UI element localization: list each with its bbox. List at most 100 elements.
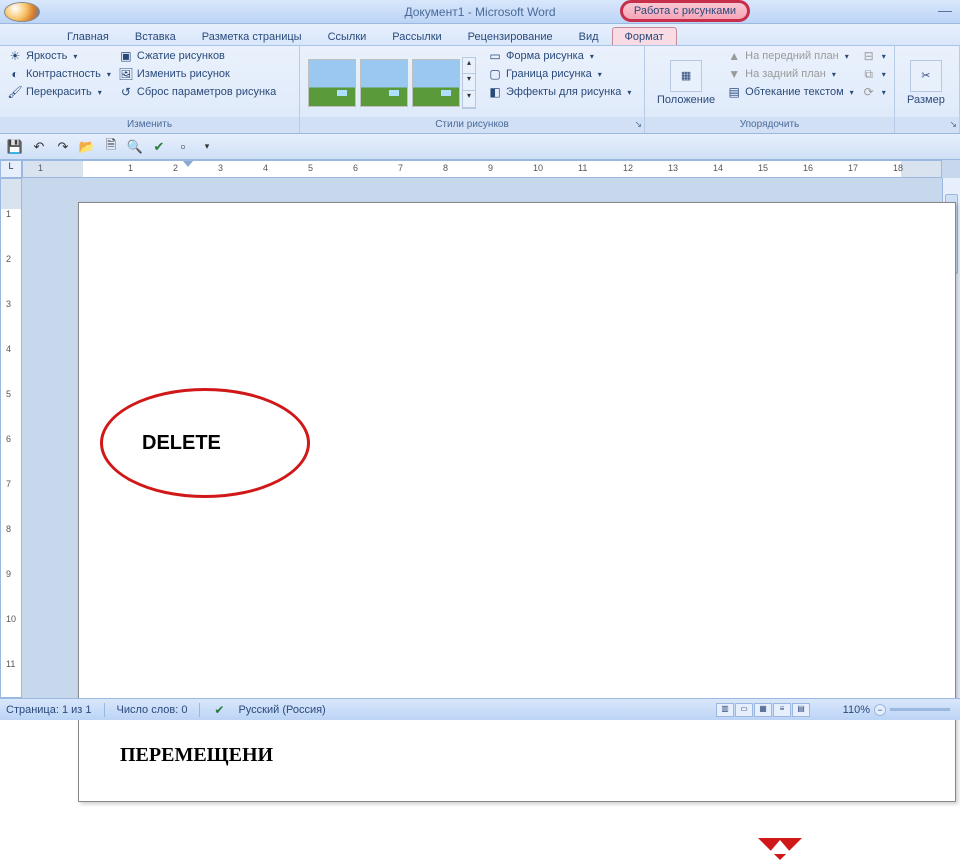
- send-back-label: На задний план: [745, 68, 826, 80]
- picture-effects-label: Эффекты для рисунка: [506, 86, 621, 98]
- tab-insert[interactable]: Вставка: [122, 27, 189, 45]
- recolor-icon: 🖌: [8, 85, 22, 99]
- position-button[interactable]: ▦ Положение: [651, 48, 721, 117]
- window-title: Документ1 - Microsoft Word: [404, 5, 555, 19]
- picture-border-button[interactable]: ▢Граница рисунка: [486, 66, 633, 82]
- change-picture-button[interactable]: 🖼 Изменить рисунок: [117, 66, 278, 82]
- crop-icon: ✂: [910, 60, 942, 92]
- zoom-slider[interactable]: [890, 708, 950, 711]
- view-draft[interactable]: ▤: [792, 703, 810, 717]
- reset-picture-button[interactable]: ↺ Сброс параметров рисунка: [117, 84, 278, 100]
- send-back-button[interactable]: ▼ На задний план: [725, 66, 856, 82]
- styles-gallery[interactable]: ▴▾▾: [306, 48, 476, 117]
- tab-format[interactable]: Формат: [612, 27, 677, 45]
- redo-button[interactable]: ↷: [54, 138, 72, 156]
- status-word-count[interactable]: Число слов: 0: [117, 704, 188, 716]
- bring-front-icon: ▲: [727, 49, 741, 63]
- send-back-icon: ▼: [727, 67, 741, 81]
- crop-button[interactable]: ✂ Размер: [901, 48, 951, 117]
- new-button[interactable]: 🗎: [102, 138, 120, 156]
- style-thumb-3[interactable]: [412, 59, 460, 107]
- align-icon: ⊟: [862, 49, 876, 63]
- recolor-label: Перекрасить: [26, 86, 92, 98]
- hruler-tick: 1: [128, 163, 133, 173]
- print-preview-button[interactable]: 🔍: [126, 138, 144, 156]
- office-button[interactable]: [4, 2, 40, 22]
- group-objects-button[interactable]: ⧉: [860, 66, 888, 82]
- text-wrap-icon: ▤: [727, 85, 741, 99]
- rotate-button[interactable]: ⟳: [860, 84, 888, 100]
- group-arrange-label: Упорядочить: [645, 117, 894, 133]
- view-web[interactable]: ▦: [754, 703, 772, 717]
- picture-effects-icon: ◧: [488, 85, 502, 99]
- bring-front-button[interactable]: ▲ На передний план: [725, 48, 856, 64]
- text-wrap-button[interactable]: ▤ Обтекание текстом: [725, 84, 856, 100]
- first-line-indent[interactable]: [183, 161, 193, 167]
- contrast-button[interactable]: ◐Контрастность: [6, 66, 113, 82]
- compress-label: Сжатие рисунков: [137, 50, 225, 62]
- picture-shape-button[interactable]: ▭Форма рисунка: [486, 48, 633, 64]
- reset-picture-label: Сброс параметров рисунка: [137, 86, 276, 98]
- titlebar: Документ1 - Microsoft Word Работа с рису…: [0, 0, 960, 24]
- horizontal-ruler[interactable]: 21123456789101112131415161718: [22, 160, 942, 178]
- vertical-ruler[interactable]: 1234567891011: [0, 178, 22, 698]
- status-language[interactable]: Русский (Россия): [238, 704, 325, 716]
- status-page[interactable]: Страница: 1 из 1: [6, 704, 92, 716]
- view-buttons: ▥ ▭ ▦ ≡ ▤: [716, 703, 810, 717]
- hruler-tick: 7: [398, 163, 403, 173]
- position-icon: ▦: [670, 60, 702, 92]
- picture-border-label: Граница рисунка: [506, 68, 592, 80]
- picture-effects-button[interactable]: ◧ Эффекты для рисунка: [486, 84, 633, 100]
- contextual-tab-title: Работа с рисунками: [620, 0, 750, 22]
- vruler-tick: 1: [6, 209, 11, 219]
- view-outline[interactable]: ≡: [773, 703, 791, 717]
- spellcheck-button[interactable]: ✔: [150, 138, 168, 156]
- qat-customize[interactable]: ▾: [198, 138, 216, 156]
- save-button[interactable]: 💾: [6, 138, 24, 156]
- spellcheck-status-icon[interactable]: ✔: [212, 703, 226, 717]
- group-arrange: ▦ Положение ▲ На передний план ▼ На задний…: [645, 46, 895, 133]
- brightness-button[interactable]: ☀ Яркость: [6, 48, 113, 64]
- tab-view[interactable]: Вид: [566, 27, 612, 45]
- hruler-tick: 16: [803, 163, 813, 173]
- bring-front-label: На передний план: [745, 50, 839, 62]
- tab-review[interactable]: Рецензирование: [455, 27, 566, 45]
- view-print-layout[interactable]: ▥: [716, 703, 734, 717]
- position-label: Положение: [657, 94, 715, 106]
- tab-mailings[interactable]: Рассылки: [379, 27, 454, 45]
- view-full-screen[interactable]: ▭: [735, 703, 753, 717]
- change-picture-label: Изменить рисунок: [137, 68, 230, 80]
- vruler-tick: 10: [6, 614, 16, 624]
- recolor-button[interactable]: 🖌 Перекрасить: [6, 84, 113, 100]
- tab-references[interactable]: Ссылки: [315, 27, 380, 45]
- rotate-icon: ⟳: [862, 85, 876, 99]
- minimize-button[interactable]: —: [938, 2, 952, 18]
- tab-home[interactable]: Главная: [54, 27, 122, 45]
- vruler-tick: 8: [6, 524, 11, 534]
- style-thumb-1[interactable]: [308, 59, 356, 107]
- align-button[interactable]: ⊟: [860, 48, 888, 64]
- tab-page-layout[interactable]: Разметка страницы: [189, 27, 315, 45]
- blank-page-button[interactable]: ▫: [174, 138, 192, 156]
- group-icon: ⧉: [862, 67, 876, 81]
- vruler-tick: 4: [6, 344, 11, 354]
- vruler-tick: 2: [6, 254, 11, 264]
- picture-shape-icon: ▭: [488, 49, 502, 63]
- zoom-out-button[interactable]: −: [874, 704, 886, 716]
- brightness-icon: ☀: [8, 49, 22, 63]
- reset-icon: ↺: [119, 85, 133, 99]
- open-button[interactable]: 📂: [78, 138, 96, 156]
- undo-button[interactable]: ↶: [30, 138, 48, 156]
- style-thumb-2[interactable]: [360, 59, 408, 107]
- gallery-scroll[interactable]: ▴▾▾: [462, 57, 476, 109]
- ribbon-tabs: Главная Вставка Разметка страницы Ссылки…: [0, 24, 960, 46]
- change-picture-icon: 🖼: [119, 67, 133, 81]
- zoom-value[interactable]: 110%: [843, 704, 870, 716]
- vruler-tick: 9: [6, 569, 11, 579]
- compress-button[interactable]: ▣Сжатие рисунков: [117, 48, 278, 64]
- hruler-tick: 15: [758, 163, 768, 173]
- text-wrap-label: Обтекание текстом: [745, 86, 844, 98]
- ruler-corner[interactable]: L: [0, 160, 22, 178]
- hruler-tick: 6: [353, 163, 358, 173]
- brightness-label: Яркость: [26, 50, 67, 62]
